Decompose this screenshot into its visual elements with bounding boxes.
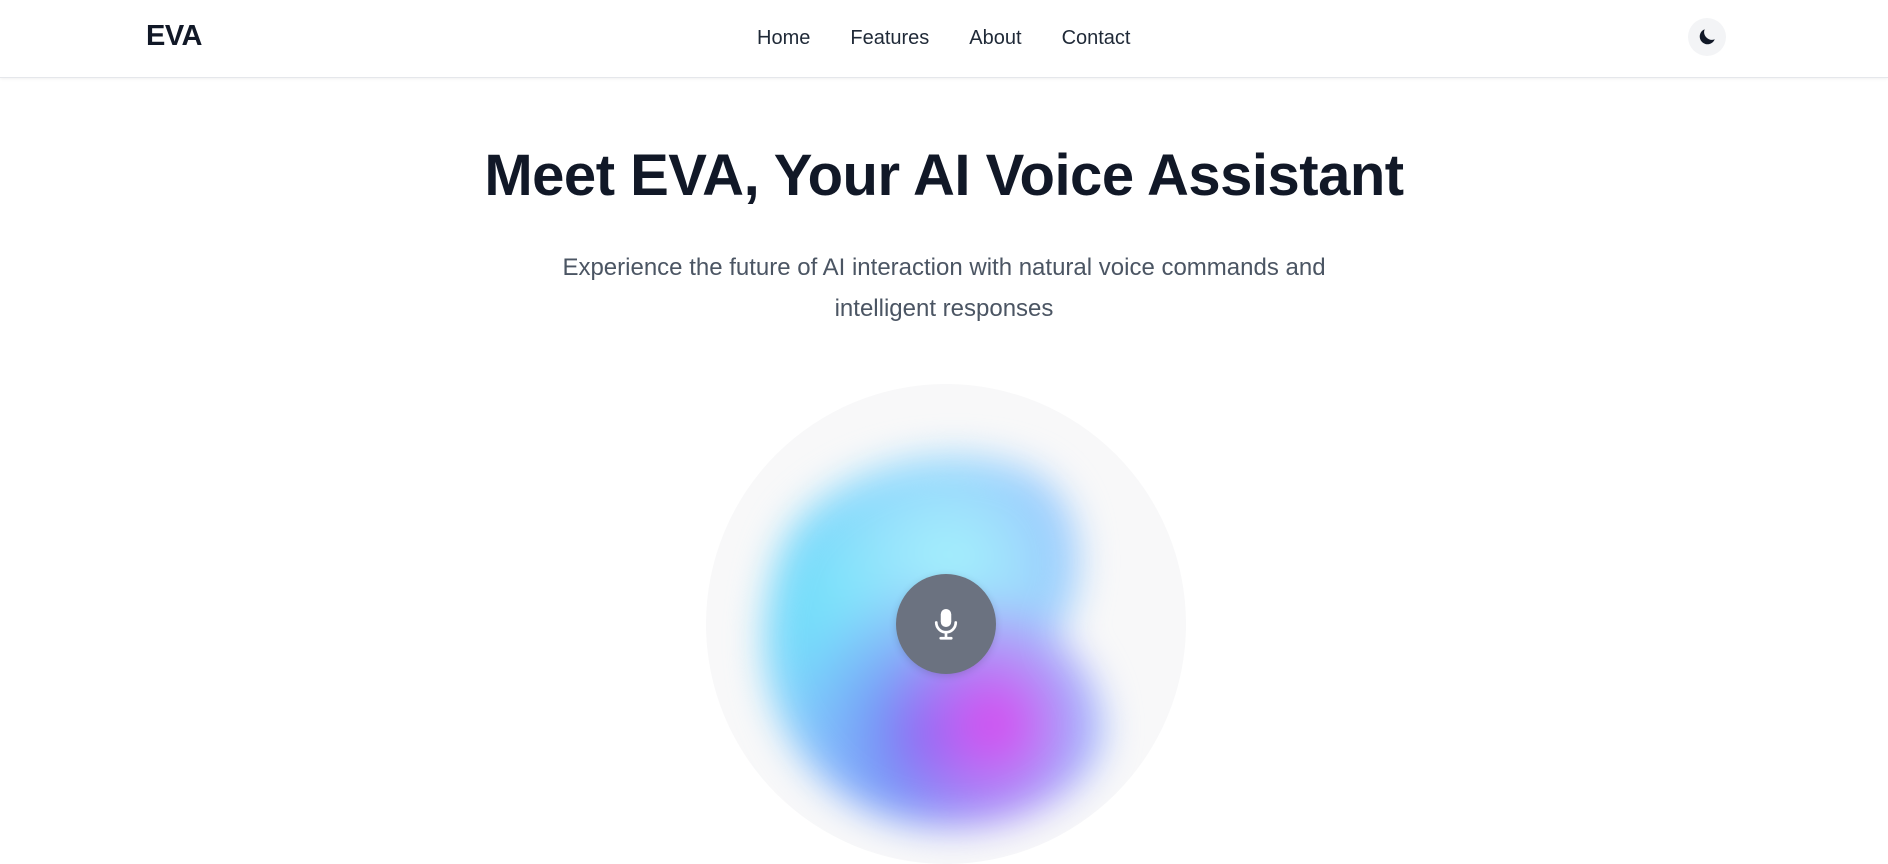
nav-link-features[interactable]: Features (850, 24, 929, 52)
microphone-button[interactable] (896, 574, 996, 674)
nav-links: Home Features About Contact (757, 24, 1131, 52)
microphone-icon (934, 609, 958, 640)
hero-title: Meet EVA, Your AI Voice Assistant (484, 143, 1404, 208)
nav-link-about[interactable]: About (969, 24, 1021, 52)
navbar: EVA Home Features About Contact (0, 0, 1888, 78)
nav-link-contact[interactable]: Contact (1062, 24, 1131, 52)
nav-link-home[interactable]: Home (757, 24, 810, 52)
moon-icon (1699, 29, 1715, 45)
theme-toggle-button[interactable] (1688, 18, 1726, 56)
logo[interactable]: EVA (146, 20, 202, 53)
hero-subtitle: Experience the future of AI interaction … (562, 254, 1326, 322)
